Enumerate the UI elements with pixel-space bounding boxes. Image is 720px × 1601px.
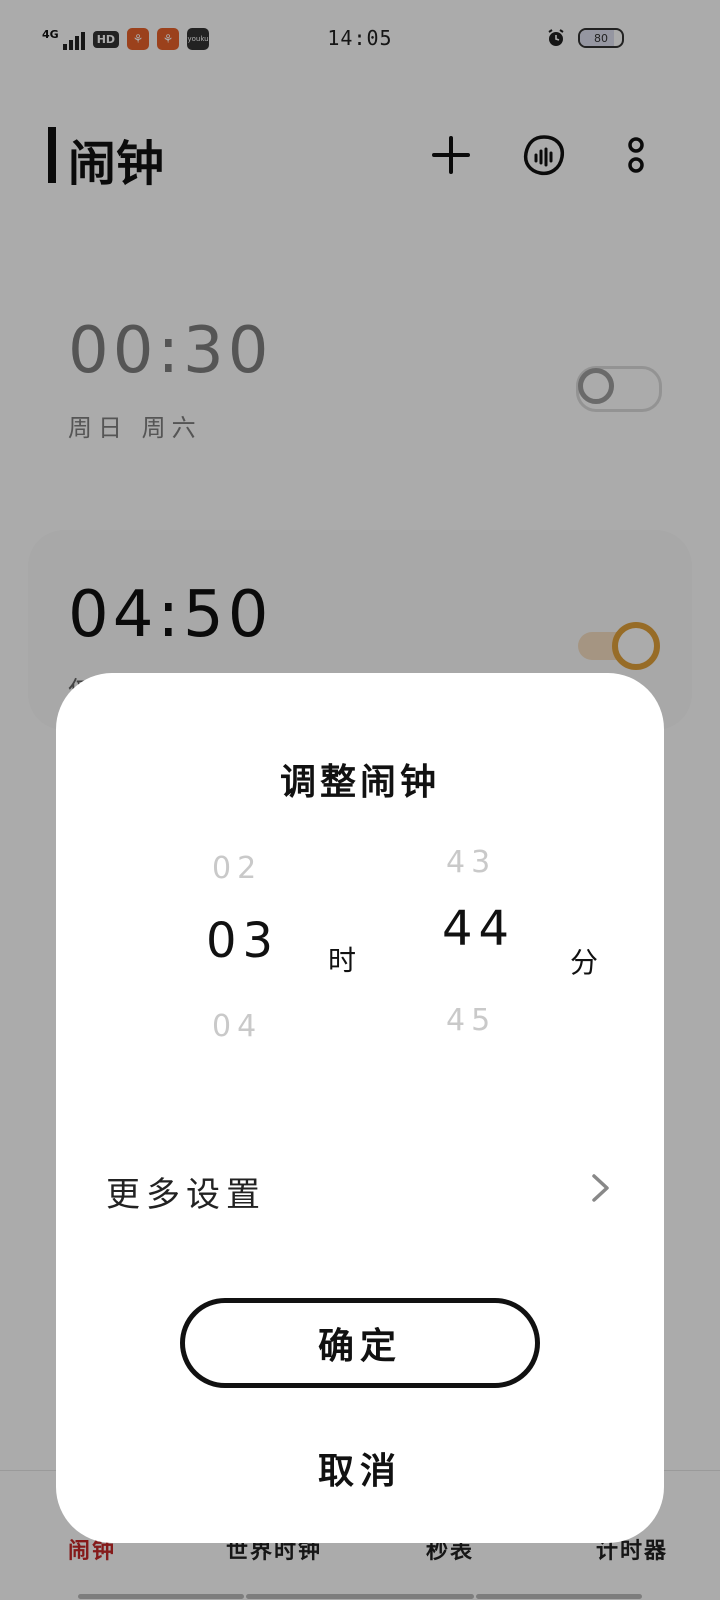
minute-picker[interactable]: 43 44 分 45	[442, 845, 602, 1065]
more-settings-row[interactable]: 更多设置	[106, 1157, 614, 1217]
chevron-right-icon	[592, 1174, 609, 1202]
cancel-button[interactable]: 取消	[56, 1433, 664, 1503]
confirm-button[interactable]: 确定	[180, 1298, 540, 1388]
minute-next[interactable]: 45	[446, 1003, 496, 1038]
minute-prev[interactable]: 43	[446, 845, 496, 880]
dialog-title: 调整闹钟	[279, 761, 440, 803]
minute-selected[interactable]: 44	[442, 901, 515, 957]
hour-unit: 时	[328, 944, 357, 977]
hour-picker[interactable]: 02 03 时 04	[206, 851, 366, 1071]
hour-selected[interactable]: 03	[206, 913, 279, 969]
hour-prev[interactable]: 02	[212, 851, 262, 886]
adjust-alarm-dialog: 调整闹钟 02 03 时 04 43 44 分 45 更多设置 确定 取消	[56, 673, 664, 1543]
more-settings-label: 更多设置	[106, 1175, 266, 1215]
hour-next[interactable]: 04	[212, 1009, 262, 1044]
minute-unit: 分	[570, 946, 599, 979]
